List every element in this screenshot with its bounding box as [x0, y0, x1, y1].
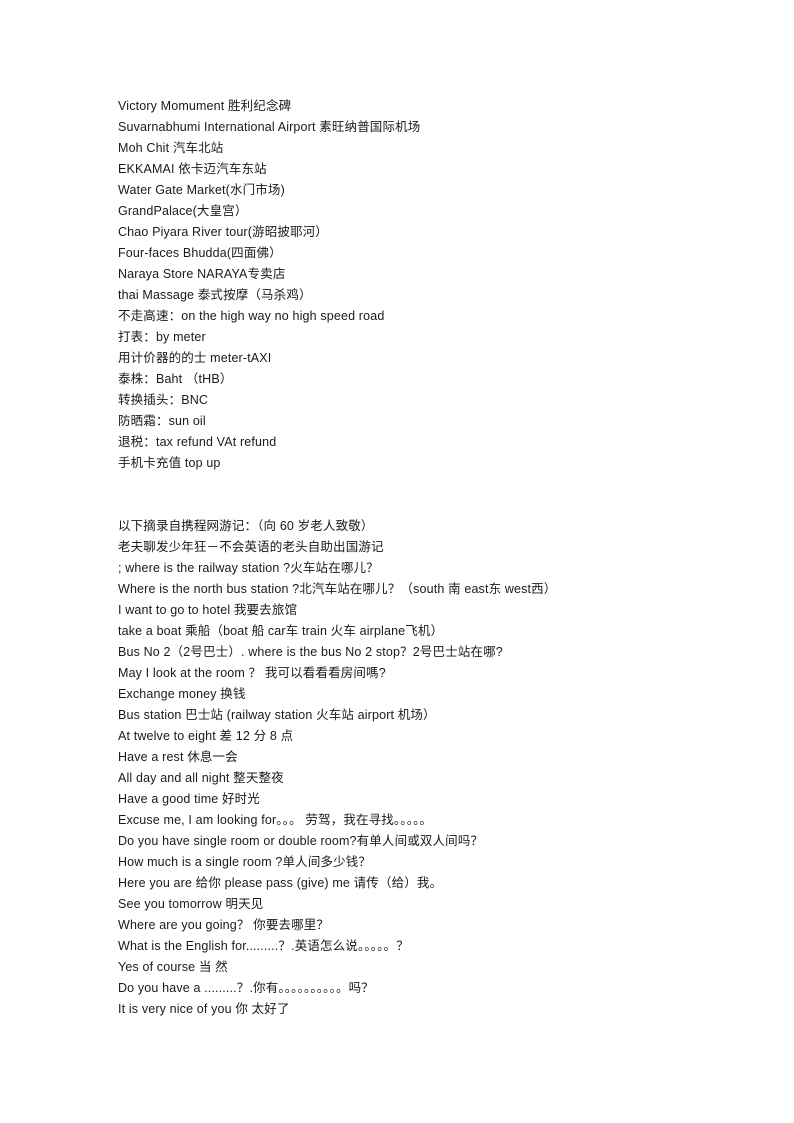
- text-line: 防晒霜：sun oil: [118, 414, 206, 428]
- text-line: 打表：by meter: [118, 330, 206, 344]
- text-line: 泰株：Baht （tHB）: [118, 372, 233, 386]
- text-line: Suvarnabhumi International Airport 素旺纳普国…: [118, 120, 421, 134]
- travelogue-phrases-block: 以下摘录自携程网游记：（向 60 岁老人致敬） 老夫聊发少年狂－不会英语的老头自…: [118, 516, 718, 1020]
- places-and-terms-block: Victory Momument 胜利纪念碑 Suvarnabhumi Inte…: [118, 96, 718, 474]
- text-line: Here you are 给你 please pass (give) me 请传…: [118, 876, 443, 890]
- text-line: Where is the north bus station ?北汽车站在哪儿？…: [118, 582, 557, 596]
- text-line: See you tomorrow 明天见: [118, 897, 264, 911]
- text-line: 手机卡充值 top up: [118, 456, 221, 470]
- text-line: Do you have a .........？.你有。。。。。。。。。。吗？: [118, 981, 374, 995]
- text-line: Chao Piyara River tour(游昭披耶河）: [118, 225, 328, 239]
- text-line: Naraya Store NARAYA专卖店: [118, 267, 286, 281]
- text-line: Exchange money 换钱: [118, 687, 246, 701]
- text-line: All day and all night 整天整夜: [118, 771, 284, 785]
- text-line: 老夫聊发少年狂－不会英语的老头自助出国游记: [118, 540, 384, 554]
- text-line: 不走高速：on the high way no high speed road: [118, 309, 385, 323]
- text-line: thai Massage 泰式按摩（马杀鸡）: [118, 288, 312, 302]
- text-line: At twelve to eight 差 12 分 8 点: [118, 729, 294, 743]
- text-line: What is the English for.........？.英语怎么说。…: [118, 939, 409, 953]
- text-line: 退税：tax refund VAt refund: [118, 435, 277, 449]
- text-line: How much is a single room ?单人间多少钱？: [118, 855, 372, 869]
- text-line: 以下摘录自携程网游记：（向 60 岁老人致敬）: [118, 519, 374, 533]
- text-line: Bus station 巴士站 (railway station 火车站 air…: [118, 708, 436, 722]
- document-page: Victory Momument 胜利纪念碑 Suvarnabhumi Inte…: [0, 0, 794, 1123]
- text-line: May I look at the room ？ 我可以看看看房间嗎?: [118, 666, 386, 680]
- text-line: Bus No 2（2号巴士）. where is the bus No 2 st…: [118, 645, 503, 659]
- text-line: Where are you going？ 你要去哪里？: [118, 918, 330, 932]
- text-line: It is very nice of you 你 太好了: [118, 1002, 290, 1016]
- text-line: Water Gate Market(水门市场): [118, 183, 285, 197]
- text-line: 用计价器的的士 meter-tAXI: [118, 351, 272, 365]
- text-line: take a boat 乘船（boat 船 car车 train 火车 airp…: [118, 624, 444, 638]
- text-line: Excuse me, I am looking for。。。 劳驾，我在寻找。。…: [118, 813, 433, 827]
- text-line: 转换插头：BNC: [118, 393, 209, 407]
- block-separator: [118, 474, 718, 516]
- text-line: I want to go to hotel 我要去旅馆: [118, 603, 298, 617]
- text-line: Victory Momument 胜利纪念碑: [118, 99, 292, 113]
- text-line: ; where is the railway station ?火车站在哪儿？: [118, 561, 379, 575]
- text-line: Do you have single room or double room?有…: [118, 834, 484, 848]
- text-line: Yes of course 当 然: [118, 960, 228, 974]
- text-line: Have a good time 好时光: [118, 792, 260, 806]
- text-line: Moh Chit 汽车北站: [118, 141, 224, 155]
- text-line: EKKAMAI 依卡迈汽车东站: [118, 162, 267, 176]
- text-line: Four-faces Bhudda(四面佛）: [118, 246, 282, 260]
- document-text-body: Victory Momument 胜利纪念碑 Suvarnabhumi Inte…: [118, 96, 718, 1020]
- text-line: Have a rest 休息一会: [118, 750, 238, 764]
- text-line: GrandPalace(大皇宫）: [118, 204, 248, 218]
